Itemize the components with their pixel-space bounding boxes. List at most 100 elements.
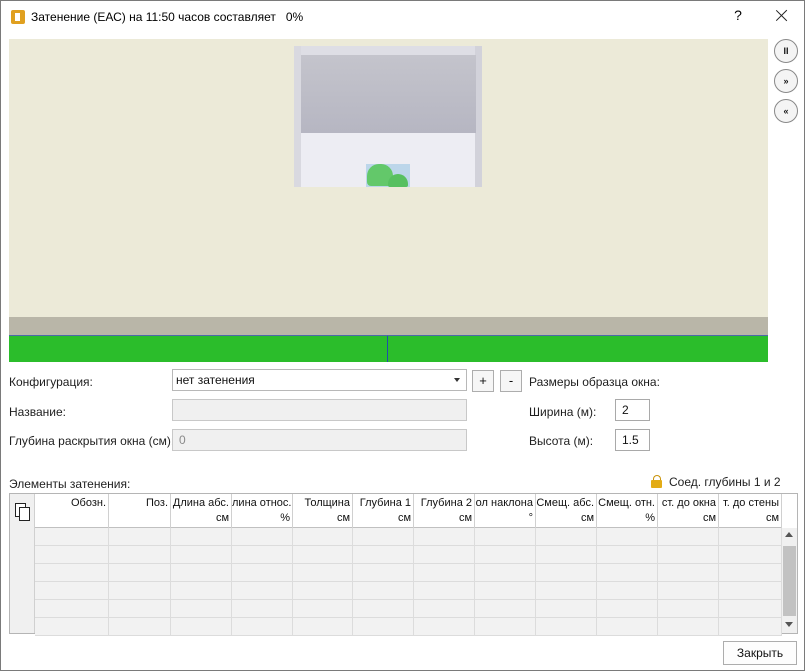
table-cell[interactable] <box>35 564 109 581</box>
table-cell[interactable] <box>536 618 597 635</box>
table-cell[interactable] <box>109 528 171 545</box>
table-cell[interactable] <box>597 582 658 599</box>
table-cell[interactable] <box>475 618 536 635</box>
table-cell[interactable] <box>232 600 293 617</box>
table-cell[interactable] <box>658 582 719 599</box>
help-button[interactable]: ? <box>732 7 744 23</box>
table-cell[interactable] <box>719 600 782 617</box>
table-cell[interactable] <box>414 528 475 545</box>
table-cell[interactable] <box>597 528 658 545</box>
table-row[interactable] <box>35 564 782 582</box>
time-slider[interactable] <box>9 336 768 362</box>
table-cell[interactable] <box>719 564 782 581</box>
table-cell[interactable] <box>414 546 475 563</box>
column-header[interactable]: Смещ. отн.% <box>597 494 658 528</box>
table-cell[interactable] <box>171 600 232 617</box>
table-cell[interactable] <box>475 564 536 581</box>
lock-icon[interactable] <box>651 475 663 488</box>
vertical-scrollbar[interactable] <box>782 528 797 633</box>
name-field[interactable] <box>172 399 467 421</box>
depth-field[interactable]: 0 <box>172 429 467 451</box>
column-header[interactable]: Поз. <box>109 494 171 528</box>
table-cell[interactable] <box>293 564 353 581</box>
table-cell[interactable] <box>35 582 109 599</box>
table-cell[interactable] <box>35 600 109 617</box>
close-window-icon[interactable] <box>771 4 793 26</box>
table-cell[interactable] <box>171 582 232 599</box>
table-cell[interactable] <box>658 528 719 545</box>
column-header[interactable]: Обозн. <box>35 494 109 528</box>
table-cell[interactable] <box>719 546 782 563</box>
table-cell[interactable] <box>353 564 414 581</box>
table-cell[interactable] <box>536 600 597 617</box>
scroll-down-icon[interactable] <box>785 622 793 627</box>
width-field[interactable]: 2 <box>615 399 650 421</box>
table-cell[interactable] <box>353 528 414 545</box>
table-cell[interactable] <box>597 546 658 563</box>
table-cell[interactable] <box>597 618 658 635</box>
table-cell[interactable] <box>475 546 536 563</box>
table-cell[interactable] <box>35 546 109 563</box>
scroll-up-icon[interactable] <box>785 532 793 537</box>
table-cell[interactable] <box>597 564 658 581</box>
column-header[interactable]: Толщина см <box>293 494 353 528</box>
table-row[interactable] <box>35 582 782 600</box>
table-cell[interactable] <box>109 618 171 635</box>
table-cell[interactable] <box>475 600 536 617</box>
column-header[interactable]: Смещ. абс. см <box>536 494 597 528</box>
table-cell[interactable] <box>719 618 782 635</box>
link-depths-label[interactable]: Соед. глубины 1 и 2 <box>669 475 781 489</box>
close-button[interactable]: Закрыть <box>723 641 797 665</box>
table-cell[interactable] <box>232 528 293 545</box>
table-cell[interactable] <box>232 564 293 581</box>
table-row[interactable] <box>35 618 782 636</box>
table-cell[interactable] <box>658 618 719 635</box>
table-cell[interactable] <box>109 582 171 599</box>
table-cell[interactable] <box>658 546 719 563</box>
table-row[interactable] <box>35 528 782 546</box>
table-cell[interactable] <box>171 546 232 563</box>
table-cell[interactable] <box>475 528 536 545</box>
remove-config-button[interactable]: - <box>500 370 522 392</box>
table-cell[interactable] <box>293 582 353 599</box>
table-cell[interactable] <box>658 600 719 617</box>
table-cell[interactable] <box>232 546 293 563</box>
table-cell[interactable] <box>171 528 232 545</box>
fast-forward-button[interactable]: » <box>774 69 798 93</box>
add-config-button[interactable]: + <box>472 370 494 392</box>
table-cell[interactable] <box>536 528 597 545</box>
table-cell[interactable] <box>293 600 353 617</box>
table-cell[interactable] <box>171 564 232 581</box>
height-field[interactable]: 1.5 <box>615 429 650 451</box>
table-row[interactable] <box>35 546 782 564</box>
table-cell[interactable] <box>353 582 414 599</box>
table-cell[interactable] <box>719 528 782 545</box>
table-cell[interactable] <box>109 600 171 617</box>
table-cell[interactable] <box>35 528 109 545</box>
time-slider-marker[interactable] <box>387 336 388 362</box>
table-cell[interactable] <box>353 546 414 563</box>
table-cell[interactable] <box>109 546 171 563</box>
table-cell[interactable] <box>414 618 475 635</box>
table-cell[interactable] <box>414 582 475 599</box>
table-cell[interactable] <box>536 546 597 563</box>
column-header[interactable]: лина относ.% <box>232 494 293 528</box>
table-cell[interactable] <box>719 582 782 599</box>
table-cell[interactable] <box>414 564 475 581</box>
table-cell[interactable] <box>536 582 597 599</box>
table-cell[interactable] <box>536 564 597 581</box>
column-header[interactable]: ст. до окна см <box>658 494 719 528</box>
table-cell[interactable] <box>353 618 414 635</box>
table-cell[interactable] <box>293 618 353 635</box>
table-cell[interactable] <box>597 600 658 617</box>
column-header[interactable]: ол наклона ° <box>475 494 536 528</box>
column-header[interactable]: Глубина 2 см <box>414 494 475 528</box>
copy-icon[interactable] <box>14 503 30 521</box>
table-cell[interactable] <box>293 528 353 545</box>
scroll-thumb[interactable] <box>783 546 796 616</box>
column-header[interactable]: т. до стены см <box>719 494 782 528</box>
table-cell[interactable] <box>171 618 232 635</box>
table-cell[interactable] <box>109 564 171 581</box>
table-cell[interactable] <box>232 618 293 635</box>
column-header[interactable]: Длина абс. см <box>171 494 232 528</box>
